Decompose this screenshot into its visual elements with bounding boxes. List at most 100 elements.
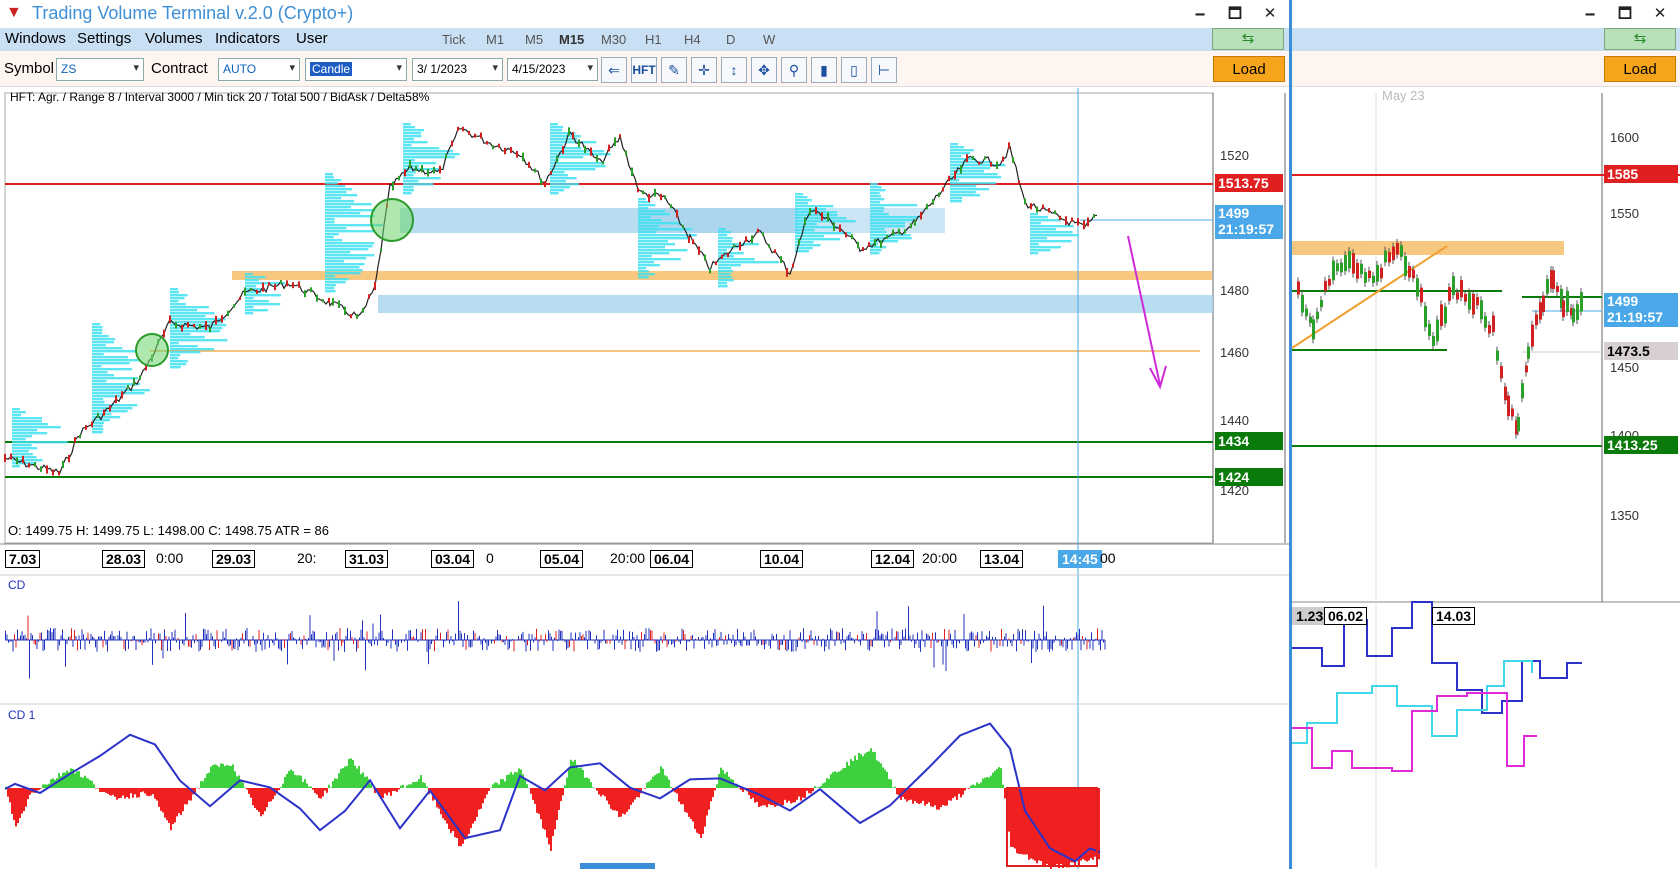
menu-user[interactable]: User bbox=[296, 30, 328, 47]
tf-h1[interactable]: H1 bbox=[645, 32, 662, 47]
main-chart-panel[interactable]: HFT: Agr. / Range 8 / Interval 3000 / Mi… bbox=[0, 88, 1289, 869]
cd-bar bbox=[48, 630, 50, 640]
sync-button[interactable]: ⇆ bbox=[1212, 28, 1284, 50]
menu-settings[interactable]: Settings bbox=[77, 30, 131, 47]
candle bbox=[648, 193, 650, 202]
cd-bar bbox=[881, 633, 882, 640]
profile-bar bbox=[245, 312, 254, 315]
maximize-button[interactable]: 🗖 bbox=[1225, 4, 1245, 24]
side-load-button[interactable]: Load bbox=[1604, 56, 1676, 82]
cd-bar bbox=[692, 634, 693, 640]
cd-bar bbox=[870, 640, 872, 647]
cd-bar bbox=[413, 636, 414, 640]
tf-m5[interactable]: M5 bbox=[525, 32, 543, 47]
cd-bar bbox=[911, 640, 912, 642]
cd1-bar bbox=[82, 777, 84, 788]
menu-windows[interactable]: Windows bbox=[5, 30, 66, 47]
cd-bar bbox=[761, 640, 762, 646]
cd-bar bbox=[18, 638, 20, 640]
zoom-button[interactable]: ⚲ bbox=[781, 57, 807, 83]
contract-select[interactable]: AUTO ▾ bbox=[218, 58, 300, 81]
cd-bar bbox=[822, 638, 824, 640]
tf-m15[interactable]: M15 bbox=[559, 32, 584, 47]
candle bbox=[540, 178, 542, 186]
profile-bar bbox=[718, 276, 733, 279]
cd1-bar bbox=[688, 788, 690, 817]
cd-bar bbox=[597, 640, 599, 650]
tf-tick[interactable]: Tick bbox=[442, 32, 465, 47]
side-minimize-button[interactable]: 🗕 bbox=[1580, 4, 1600, 24]
side-maximize-button[interactable]: 🗖 bbox=[1615, 4, 1635, 24]
cd-bar bbox=[800, 632, 801, 640]
side-close-button[interactable]: ✕ bbox=[1650, 4, 1670, 24]
tf-m1[interactable]: M1 bbox=[486, 32, 504, 47]
tf-w[interactable]: W bbox=[763, 32, 775, 47]
side-candle-body bbox=[1316, 311, 1319, 320]
profile-bar bbox=[1030, 234, 1079, 237]
cd1-bar bbox=[230, 765, 232, 788]
cd-bar bbox=[756, 640, 758, 646]
delta-button[interactable]: ▯ bbox=[841, 57, 867, 83]
cd-bar bbox=[845, 640, 846, 651]
side-chart-panel[interactable]: May 23 1600 1550 1450 1400 1350 1585 149… bbox=[1292, 88, 1680, 869]
bars-button[interactable]: ▮ bbox=[811, 57, 837, 83]
cd1-bar bbox=[17, 788, 19, 824]
cd-bar bbox=[458, 601, 459, 640]
side-sync-button[interactable]: ⇆ bbox=[1604, 28, 1676, 50]
profile-bar bbox=[403, 180, 419, 183]
cd-bar bbox=[350, 630, 351, 640]
date-from-picker[interactable]: 3/ 1/2023 ▾ bbox=[412, 58, 503, 81]
crosshair-button[interactable]: ✛ bbox=[691, 57, 717, 83]
date-to-picker[interactable]: 4/15/2023 ▾ bbox=[507, 58, 598, 81]
profile-bar bbox=[870, 249, 882, 252]
tf-d[interactable]: D bbox=[726, 32, 735, 47]
close-button[interactable]: ✕ bbox=[1260, 4, 1280, 24]
cd1-bar bbox=[946, 788, 948, 806]
minimize-button[interactable]: 🗕 bbox=[1190, 4, 1210, 24]
side-tick-1600: 1600 bbox=[1610, 130, 1639, 145]
main-chart-canvas[interactable] bbox=[0, 88, 1289, 869]
cd-bar bbox=[267, 635, 269, 640]
menu-indicators[interactable]: Indicators bbox=[215, 30, 280, 47]
cd-bar bbox=[128, 640, 129, 649]
cd-bar bbox=[1067, 640, 1068, 649]
symbol-select[interactable]: ZS ▾ bbox=[56, 58, 144, 81]
side-candle-body bbox=[1440, 304, 1443, 327]
move-button[interactable]: ✥ bbox=[751, 57, 777, 83]
cd-bar bbox=[246, 628, 248, 640]
horizontal-scrollbar[interactable] bbox=[580, 863, 655, 869]
profile-bar bbox=[1030, 228, 1056, 231]
candle bbox=[522, 152, 524, 162]
cd-bar bbox=[621, 640, 623, 645]
cd1-bar bbox=[266, 788, 268, 808]
cd1-bar bbox=[998, 767, 1000, 788]
cd-bar bbox=[69, 636, 71, 640]
menu-volumes[interactable]: Volumes bbox=[145, 30, 203, 47]
chart-type-select[interactable]: Candle ▾ bbox=[305, 58, 407, 81]
candle bbox=[516, 150, 518, 158]
pen-button[interactable]: ✎ bbox=[661, 57, 687, 83]
load-button[interactable]: Load bbox=[1213, 56, 1285, 82]
profile-bar bbox=[325, 203, 372, 206]
tf-m30[interactable]: M30 bbox=[601, 32, 626, 47]
profile-bar bbox=[92, 362, 130, 365]
profile-bar bbox=[870, 237, 912, 240]
cd-bar bbox=[807, 640, 809, 643]
cd1-bar bbox=[832, 772, 834, 788]
magnet-button[interactable]: ⇐ bbox=[601, 57, 627, 83]
profile-bar bbox=[403, 159, 415, 162]
ruler-button[interactable]: ⊢ bbox=[871, 57, 897, 83]
cd-bar bbox=[194, 640, 195, 644]
cd-bar bbox=[714, 629, 716, 640]
hft-button[interactable]: HFT bbox=[631, 57, 657, 83]
profile-bar bbox=[170, 336, 205, 339]
cd-bar bbox=[131, 640, 132, 642]
profile-bar bbox=[325, 275, 336, 278]
vertical-scale-button[interactable]: ↕ bbox=[721, 57, 747, 83]
cd1-bar bbox=[256, 788, 258, 810]
cd1-bar bbox=[836, 772, 838, 788]
candle bbox=[676, 209, 678, 218]
candle bbox=[904, 229, 906, 234]
tf-h4[interactable]: H4 bbox=[684, 32, 701, 47]
side-candle-body bbox=[1460, 280, 1463, 298]
